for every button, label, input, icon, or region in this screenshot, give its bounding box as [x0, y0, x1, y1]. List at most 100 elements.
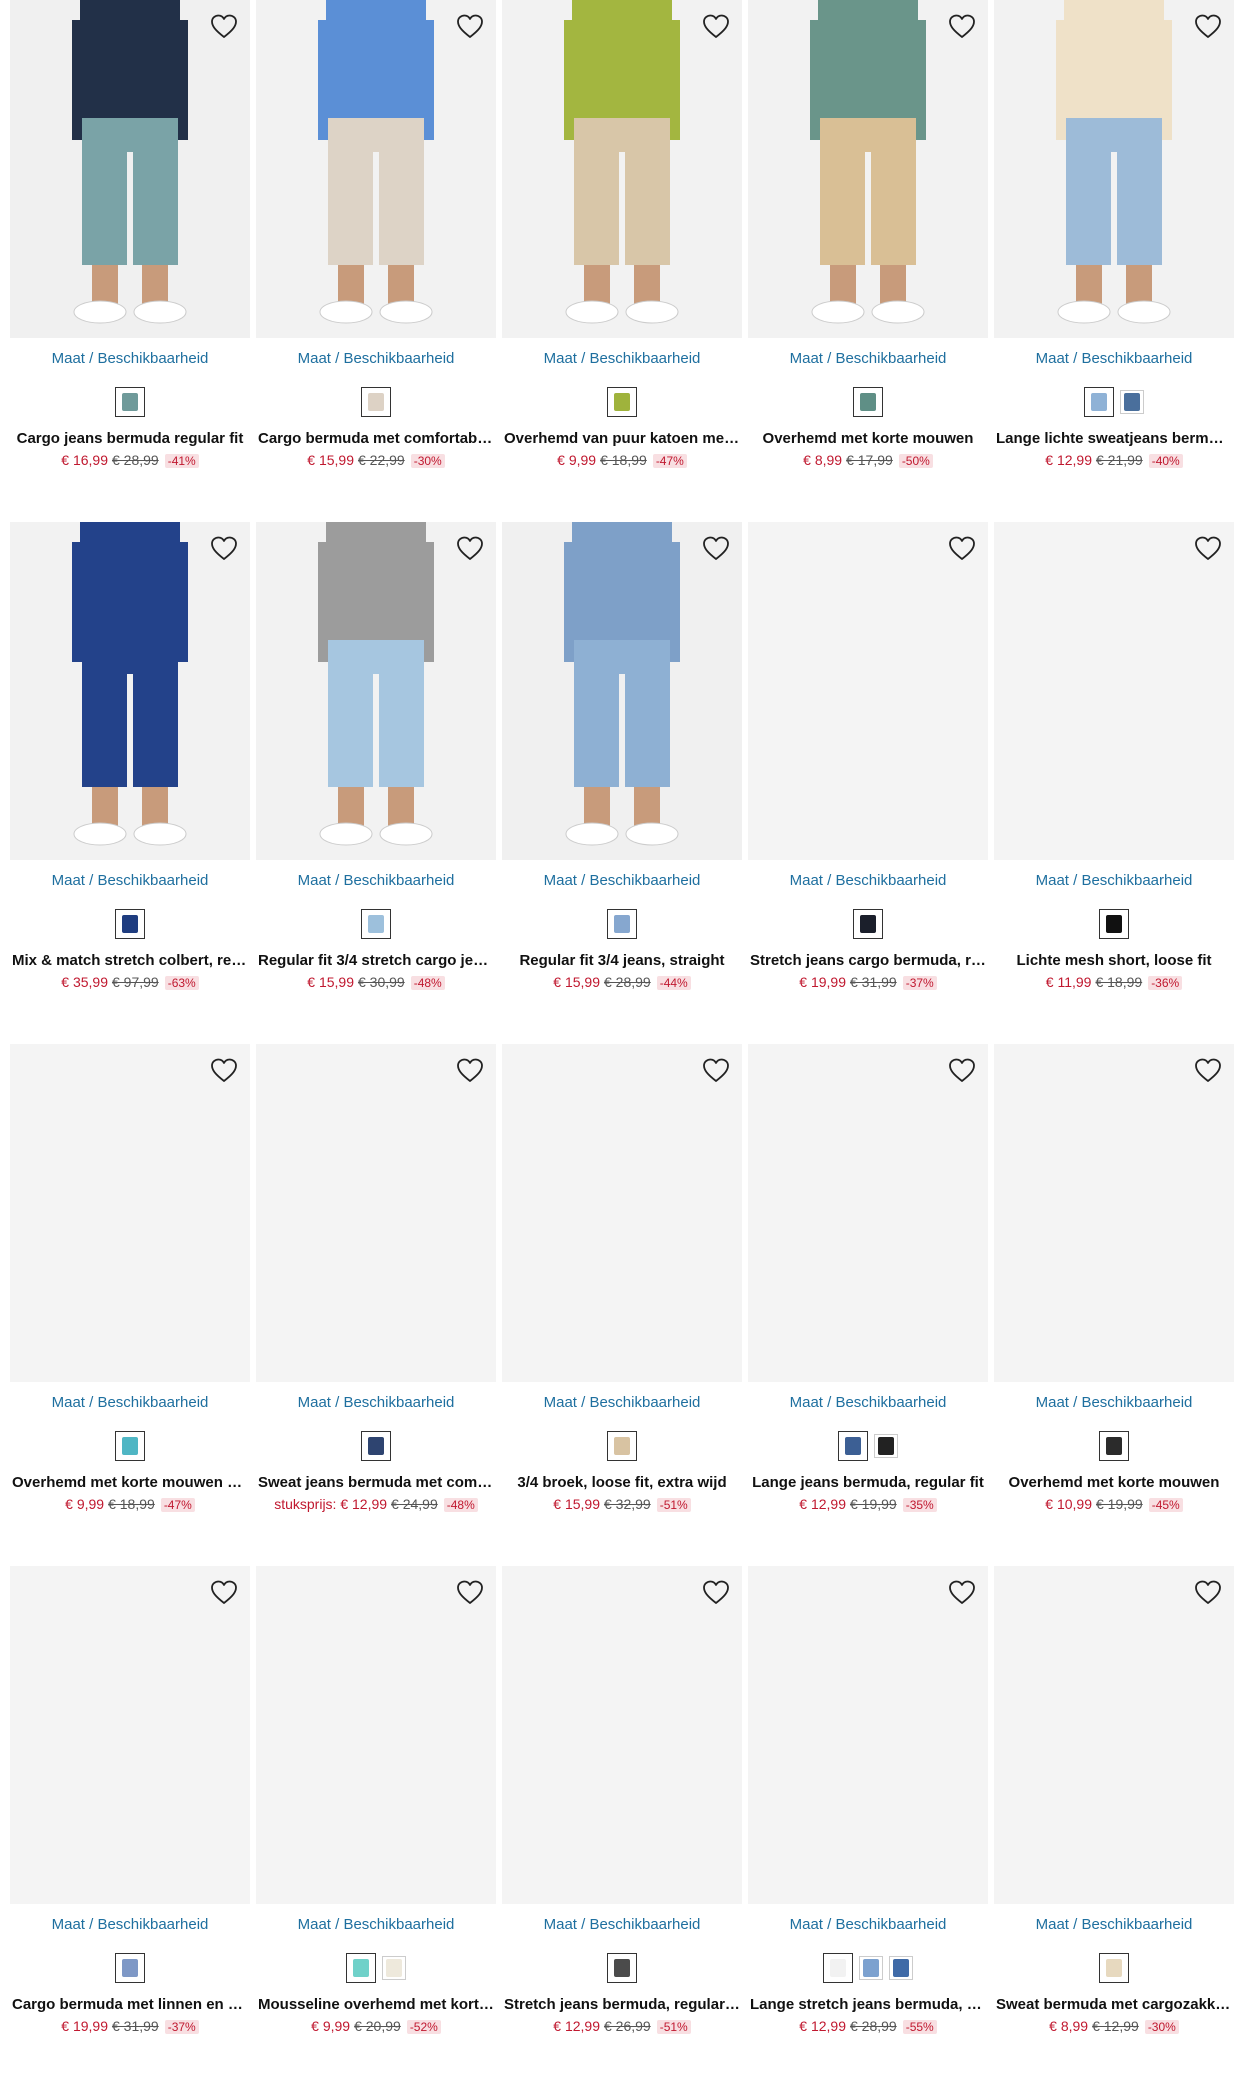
- color-swatch[interactable]: [607, 387, 637, 417]
- heart-outline-icon[interactable]: [946, 1576, 978, 1608]
- color-swatch[interactable]: [889, 1956, 913, 1980]
- color-swatch[interactable]: [1084, 387, 1114, 417]
- product-image[interactable]: [994, 0, 1234, 338]
- product-image[interactable]: [748, 1566, 988, 1904]
- product-title[interactable]: 3/4 broek, loose fit, extra wijd: [502, 1474, 742, 1493]
- color-swatch[interactable]: [607, 1953, 637, 1983]
- product-image[interactable]: [10, 0, 250, 338]
- size-availability-link[interactable]: Maat / Beschikbaarheid: [256, 1916, 496, 1936]
- size-availability-link[interactable]: Maat / Beschikbaarheid: [994, 1394, 1234, 1414]
- product-image[interactable]: [256, 1044, 496, 1382]
- size-availability-link[interactable]: Maat / Beschikbaarheid: [502, 1916, 742, 1936]
- color-swatch[interactable]: [1099, 1953, 1129, 1983]
- size-availability-link[interactable]: Maat / Beschikbaarheid: [502, 1394, 742, 1414]
- product-image[interactable]: [256, 522, 496, 860]
- product-image[interactable]: [502, 1044, 742, 1382]
- size-availability-link[interactable]: Maat / Beschikbaarheid: [256, 1394, 496, 1414]
- product-title[interactable]: Overhemd met korte mouwen: [748, 430, 988, 449]
- product-image[interactable]: [994, 522, 1234, 860]
- product-title[interactable]: Overhemd met korte mouwen van ...: [10, 1474, 250, 1493]
- color-swatch[interactable]: [823, 1953, 853, 1983]
- heart-outline-icon[interactable]: [208, 10, 240, 42]
- product-card[interactable]: Maat / Beschikbaarheid Mix & match stretc…: [10, 522, 250, 1044]
- product-image[interactable]: [502, 0, 742, 338]
- size-availability-link[interactable]: Maat / Beschikbaarheid: [10, 1394, 250, 1414]
- size-availability-link[interactable]: Maat / Beschikbaarheid: [256, 350, 496, 370]
- product-card[interactable]: Maat / Beschikbaarheid Cargo bermuda met …: [256, 0, 496, 522]
- product-title[interactable]: Overhemd van puur katoen met ko...: [502, 430, 742, 449]
- product-card[interactable]: Maat / Beschikbaarheid Sweat bermuda met …: [994, 1566, 1234, 2088]
- size-availability-link[interactable]: Maat / Beschikbaarheid: [994, 350, 1234, 370]
- size-availability-link[interactable]: Maat / Beschikbaarheid: [748, 872, 988, 892]
- size-availability-link[interactable]: Maat / Beschikbaarheid: [256, 872, 496, 892]
- heart-outline-icon[interactable]: [208, 532, 240, 564]
- product-card[interactable]: Maat / Beschikbaarheid Cargo jeans bermud…: [10, 0, 250, 522]
- color-swatch[interactable]: [115, 1431, 145, 1461]
- color-swatch[interactable]: [859, 1956, 883, 1980]
- product-card[interactable]: Maat / Beschikbaarheid Lange jeans bermud…: [748, 1044, 988, 1566]
- product-title[interactable]: Cargo bermuda met linnen en riem,...: [10, 1996, 250, 2015]
- product-image[interactable]: [10, 1566, 250, 1904]
- color-swatch[interactable]: [361, 1431, 391, 1461]
- product-card[interactable]: Maat / Beschikbaarheid Stretch jeans carg…: [748, 522, 988, 1044]
- product-card[interactable]: Maat / Beschikbaarheid Regular fit 3/4 st…: [256, 522, 496, 1044]
- product-card[interactable]: Maat / Beschikbaarheid 3/4 broek, loose f…: [502, 1044, 742, 1566]
- product-card[interactable]: Maat / Beschikbaarheid Lange stretch jean…: [748, 1566, 988, 2088]
- size-availability-link[interactable]: Maat / Beschikbaarheid: [748, 1916, 988, 1936]
- heart-outline-icon[interactable]: [1192, 1054, 1224, 1086]
- size-availability-link[interactable]: Maat / Beschikbaarheid: [10, 872, 250, 892]
- heart-outline-icon[interactable]: [454, 532, 486, 564]
- product-card[interactable]: Maat / Beschikbaarheid Sweat jeans bermud…: [256, 1044, 496, 1566]
- color-swatch[interactable]: [382, 1956, 406, 1980]
- product-card[interactable]: Maat / Beschikbaarheid Overhemd met korte…: [994, 1044, 1234, 1566]
- heart-outline-icon[interactable]: [700, 1576, 732, 1608]
- heart-outline-icon[interactable]: [454, 10, 486, 42]
- heart-outline-icon[interactable]: [454, 1576, 486, 1608]
- color-swatch[interactable]: [607, 909, 637, 939]
- product-image[interactable]: [10, 1044, 250, 1382]
- heart-outline-icon[interactable]: [946, 10, 978, 42]
- product-image[interactable]: [10, 522, 250, 860]
- product-card[interactable]: Maat / Beschikbaarheid Cargo bermuda met …: [10, 1566, 250, 2088]
- heart-outline-icon[interactable]: [1192, 532, 1224, 564]
- product-card[interactable]: Maat / Beschikbaarheid Lichte mesh short,…: [994, 522, 1234, 1044]
- product-image[interactable]: [994, 1044, 1234, 1382]
- size-availability-link[interactable]: Maat / Beschikbaarheid: [502, 872, 742, 892]
- product-title[interactable]: Lange stretch jeans bermuda, regul...: [748, 1996, 988, 2015]
- heart-outline-icon[interactable]: [700, 532, 732, 564]
- product-title[interactable]: Lichte mesh short, loose fit: [994, 952, 1234, 971]
- product-title[interactable]: Regular fit 3/4 jeans, straight: [502, 952, 742, 971]
- product-title[interactable]: Regular fit 3/4 stretch cargo jeans, ...: [256, 952, 496, 971]
- size-availability-link[interactable]: Maat / Beschikbaarheid: [748, 350, 988, 370]
- size-availability-link[interactable]: Maat / Beschikbaarheid: [994, 1916, 1234, 1936]
- product-title[interactable]: Cargo jeans bermuda regular fit: [10, 430, 250, 449]
- product-title[interactable]: Mix & match stretch colbert, regula...: [10, 952, 250, 971]
- heart-outline-icon[interactable]: [700, 10, 732, 42]
- product-image[interactable]: [256, 0, 496, 338]
- color-swatch[interactable]: [874, 1434, 898, 1458]
- color-swatch[interactable]: [115, 909, 145, 939]
- product-title[interactable]: Sweat jeans bermuda met comfort...: [256, 1474, 496, 1493]
- color-swatch[interactable]: [607, 1431, 637, 1461]
- heart-outline-icon[interactable]: [700, 1054, 732, 1086]
- heart-outline-icon[interactable]: [454, 1054, 486, 1086]
- product-card[interactable]: Maat / Beschikbaarheid Regular fit 3/4 je…: [502, 522, 742, 1044]
- product-card[interactable]: Maat / Beschikbaarheid Lange lichte sweat…: [994, 0, 1234, 522]
- product-title[interactable]: Sweat bermuda met cargozakken v...: [994, 1996, 1234, 2015]
- product-title[interactable]: Overhemd met korte mouwen: [994, 1474, 1234, 1493]
- product-image[interactable]: [748, 522, 988, 860]
- size-availability-link[interactable]: Maat / Beschikbaarheid: [10, 1916, 250, 1936]
- color-swatch[interactable]: [115, 387, 145, 417]
- color-swatch[interactable]: [361, 909, 391, 939]
- size-availability-link[interactable]: Maat / Beschikbaarheid: [748, 1394, 988, 1414]
- product-card[interactable]: Maat / Beschikbaarheid Mousseline overhem…: [256, 1566, 496, 2088]
- product-image[interactable]: [748, 1044, 988, 1382]
- product-image[interactable]: [256, 1566, 496, 1904]
- product-card[interactable]: Maat / Beschikbaarheid Overhemd met korte…: [10, 1044, 250, 1566]
- product-title[interactable]: Lange jeans bermuda, regular fit: [748, 1474, 988, 1493]
- color-swatch[interactable]: [115, 1953, 145, 1983]
- size-availability-link[interactable]: Maat / Beschikbaarheid: [502, 350, 742, 370]
- heart-outline-icon[interactable]: [1192, 1576, 1224, 1608]
- product-image[interactable]: [502, 522, 742, 860]
- heart-outline-icon[interactable]: [1192, 10, 1224, 42]
